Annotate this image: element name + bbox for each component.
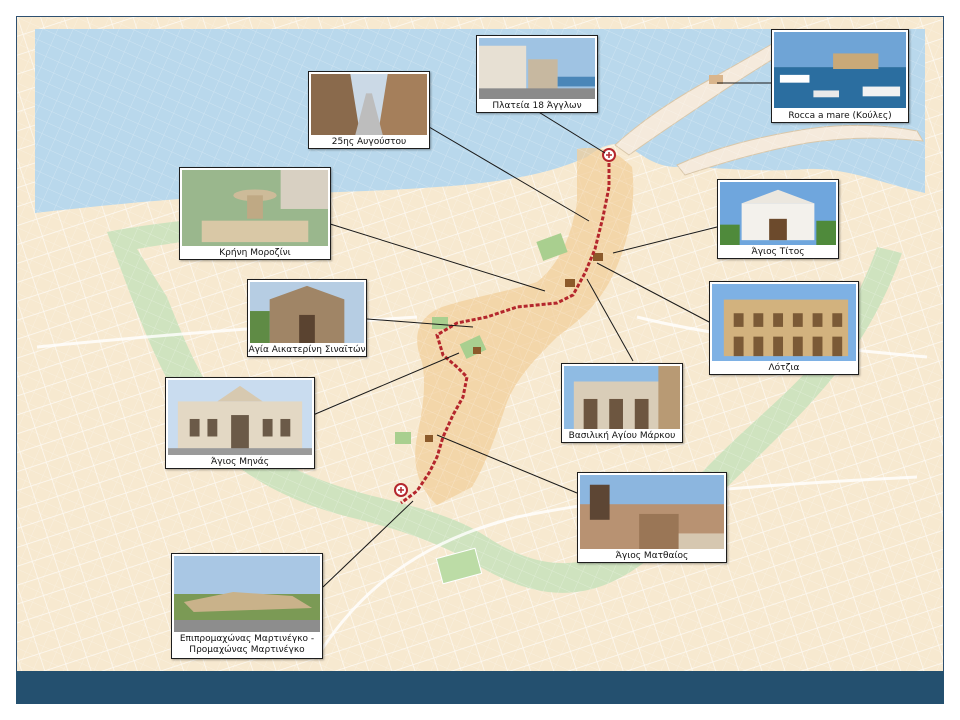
slide-frame: Rocca a mare (Κούλες) Πλατεία 18 Άγγλων …	[16, 16, 944, 704]
callout-card-lotzia[interactable]: Λότζια	[709, 281, 859, 375]
callout-label-line: Επιπρομαχώνας Μαρτινέγκο -	[179, 634, 315, 644]
callout-card-martinengo[interactable]: Επιπρομαχώνας Μαρτινέγκο - Προμαχώνας Μα…	[171, 553, 323, 659]
callout-label: Άγιος Ματθαίος	[615, 551, 689, 561]
callout-label: Λότζια	[768, 363, 800, 373]
callout-card-minas[interactable]: Άγιος Μηνάς	[165, 377, 315, 469]
callout-label: Πλατεία 18 Άγγλων	[492, 101, 582, 111]
callout-card-rocca[interactable]: Rocca a mare (Κούλες)	[771, 29, 909, 123]
callout-card-aikaterini[interactable]: Αγία Αικατερίνη Σιναϊτών	[247, 279, 367, 357]
loggia-photo	[712, 284, 856, 361]
footer-bar	[16, 671, 944, 704]
basilica-photo	[564, 366, 680, 429]
building-marker	[425, 435, 433, 442]
park-square	[432, 317, 448, 329]
park-square	[395, 432, 411, 444]
street-photo	[311, 74, 427, 135]
route-end-pin-icon	[394, 483, 408, 497]
white-church-photo	[720, 182, 836, 245]
building-marker	[593, 253, 603, 261]
square-buildings-photo	[479, 38, 595, 99]
callout-label: Rocca a mare (Κούλες)	[788, 111, 892, 121]
building-marker	[473, 347, 481, 354]
callout-label: Άγιος Μηνάς	[211, 457, 269, 467]
callout-label: Άγιος Τίτος	[751, 247, 805, 257]
building-marker	[565, 279, 575, 287]
callout-card-titos[interactable]: Άγιος Τίτος	[717, 179, 839, 259]
callout-label-multiline: Επιπρομαχώνας Μαρτινέγκο - Προμαχώνας Μα…	[172, 634, 322, 656]
callout-label: Βασιλική Αγίου Μάρκου	[568, 431, 676, 441]
callout-label: 25ης Αυγούστου	[331, 137, 407, 147]
callout-card-plateia[interactable]: Πλατεία 18 Άγγλων	[476, 35, 598, 113]
fountain-photo	[182, 170, 328, 246]
stone-church-photo	[250, 282, 364, 343]
callout-label: Κρήνη Μοροζίνι	[219, 248, 291, 258]
chapel-photo	[580, 475, 724, 549]
callout-card-morozini[interactable]: Κρήνη Μοροζίνι	[179, 167, 331, 260]
harbour-fortress-photo	[774, 32, 906, 108]
cathedral-photo	[168, 380, 312, 455]
bastion-photo	[174, 556, 320, 632]
route-start-pin-icon	[602, 148, 616, 162]
callout-card-augoustou[interactable]: 25ης Αυγούστου	[308, 71, 430, 149]
callout-card-matthaios[interactable]: Άγιος Ματθαίος	[577, 472, 727, 563]
callout-label-line: Προμαχώνας Μαρτινέγκο	[189, 645, 305, 655]
callout-label: Αγία Αικατερίνη Σιναϊτών	[248, 345, 366, 355]
callout-card-markos[interactable]: Βασιλική Αγίου Μάρκου	[561, 363, 683, 443]
